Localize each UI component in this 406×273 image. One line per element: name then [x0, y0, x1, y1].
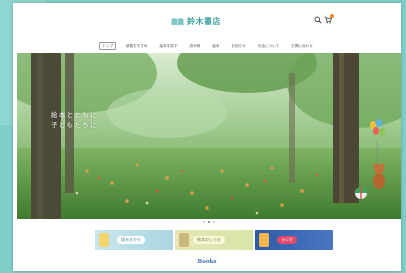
cart-button[interactable]	[324, 14, 334, 24]
bear-figure	[373, 163, 385, 189]
nav-item-top[interactable]: トップ	[99, 42, 116, 50]
banner-row: 読みきかせ 絵本のしらせ ラジオ	[95, 230, 333, 250]
nav-item-reading[interactable]: 読み物	[188, 41, 203, 51]
nav-item-find[interactable]: 絵本を探す	[158, 41, 180, 51]
nav-item-news[interactable]: お知らせ	[229, 41, 247, 51]
header-actions	[314, 14, 334, 24]
slider-dot-active[interactable]	[208, 221, 210, 223]
cart-badge	[330, 14, 334, 18]
hero-line-1: 絵本とともに	[51, 112, 98, 119]
nav-item-about[interactable]: お店について	[256, 41, 281, 51]
hero-copy: 絵本とともに 子どもたちに	[51, 111, 141, 139]
nav-item-new[interactable]: 新着おすすめ	[124, 41, 150, 51]
search-icon[interactable]	[314, 16, 322, 24]
hero-slider[interactable]: 絵本とともに 子どもたちに	[17, 53, 401, 219]
beach-ball	[355, 187, 367, 199]
nav-item-picturebooks[interactable]: 絵本	[210, 41, 221, 51]
banner-illustration	[99, 233, 109, 247]
site-header: 鈴木書店	[13, 3, 401, 39]
banner-label: 読みきかせ	[117, 236, 145, 244]
book-icon	[171, 17, 184, 26]
main-nav: トップ 新着おすすめ 絵本を探す 読み物 絵本 お知らせ お店について お問い合…	[13, 41, 401, 51]
banner-newsletter[interactable]: 絵本のしらせ	[175, 230, 253, 250]
banner-radio[interactable]: ラジオ	[255, 230, 333, 250]
website-page: 鈴木書店 トップ 新着おすすめ 絵本を探す 読み物 絵本 お知らせ お店について…	[13, 3, 401, 271]
banner-illustration	[179, 233, 189, 247]
banner-label: 絵本のしらせ	[193, 236, 225, 244]
site-logo[interactable]: 鈴木書店	[171, 16, 221, 27]
section-title: Books	[197, 259, 217, 265]
site-name: 鈴木書店	[187, 16, 221, 26]
banner-illustration	[259, 233, 269, 247]
hero-line-2: 子どもたちに	[51, 122, 98, 129]
banner-storytime[interactable]: 読みきかせ	[95, 230, 173, 250]
banner-label: ラジオ	[277, 236, 297, 244]
nav-item-contact[interactable]: お問い合わせ	[289, 41, 315, 51]
slider-dot[interactable]	[203, 221, 205, 223]
slider-dot[interactable]	[213, 221, 215, 223]
slider-dots	[203, 221, 215, 223]
